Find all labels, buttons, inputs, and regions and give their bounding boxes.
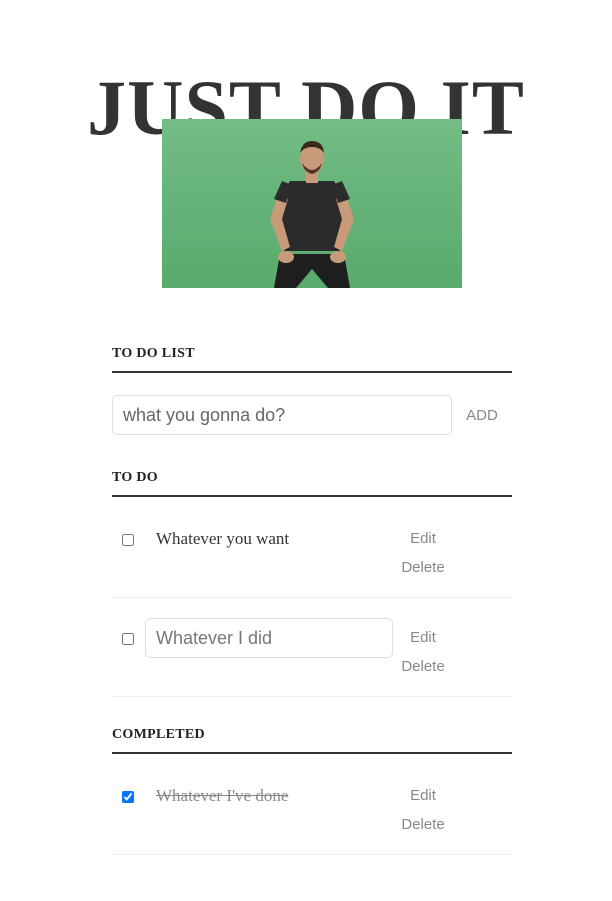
delete-button[interactable]: Delete	[392, 555, 454, 579]
man-figure-icon	[270, 141, 354, 288]
section-heading-todo-list: TO DO LIST	[112, 346, 512, 373]
todo-label: Whatever you want	[156, 529, 290, 548]
hero-image	[162, 119, 462, 288]
todo-checkbox[interactable]	[122, 633, 134, 645]
add-button[interactable]: ADD	[456, 395, 508, 435]
todo-checkbox[interactable]	[122, 534, 134, 546]
todo-item: Whatever you want Edit Delete	[112, 510, 512, 598]
section-heading-todo: TO DO	[112, 470, 512, 497]
completed-label: Whatever I've done	[156, 786, 289, 805]
edit-button[interactable]: Edit	[392, 526, 454, 550]
todo-edit-input[interactable]	[145, 618, 393, 658]
edit-button[interactable]: Edit	[392, 783, 454, 807]
edit-button[interactable]: Edit	[392, 625, 454, 649]
delete-button[interactable]: Delete	[392, 812, 454, 836]
section-heading-completed: COMPLETED	[112, 727, 512, 754]
delete-button[interactable]: Delete	[392, 654, 454, 678]
completed-checkbox[interactable]	[122, 791, 134, 803]
new-task-input[interactable]	[112, 395, 452, 435]
todo-item-editing: Edit Delete	[112, 597, 512, 697]
completed-item: Whatever I've done Edit Delete	[112, 767, 512, 855]
